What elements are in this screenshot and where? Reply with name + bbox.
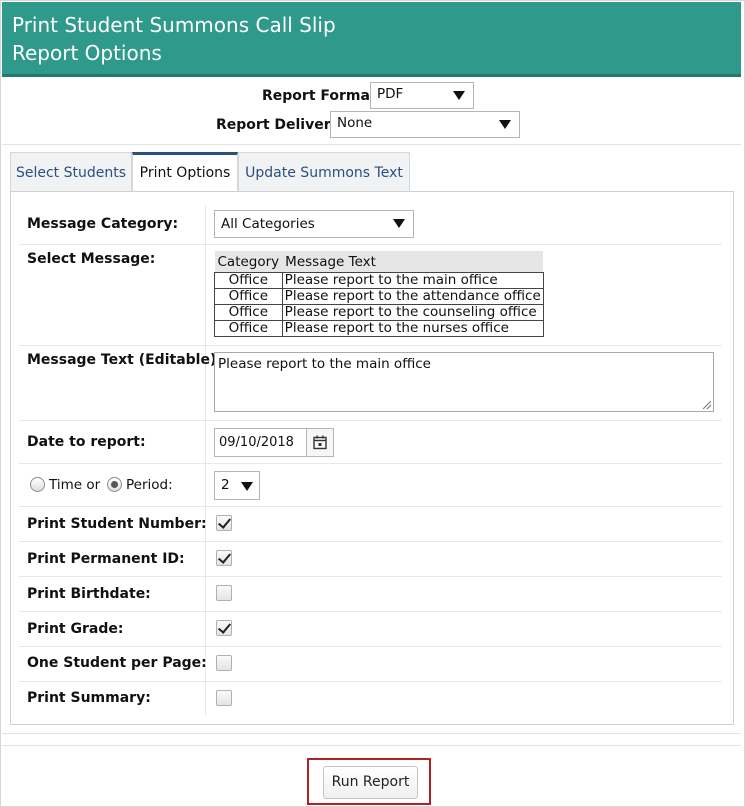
page-title: Print Student Summons Call Slip [12, 13, 336, 37]
period-select[interactable]: 2 [214, 471, 260, 500]
report-format-select[interactable]: PDF [370, 82, 474, 109]
select-message-label: Select Message: [27, 251, 156, 267]
message-category-select[interactable]: All Categories [214, 210, 414, 238]
divider [2, 144, 741, 145]
tab-print-options[interactable]: Print Options [132, 152, 238, 192]
period-value: 2 [221, 477, 230, 493]
divider [2, 733, 741, 734]
period-radio[interactable] [107, 477, 122, 492]
message-text-label: Message Text (Editable): [27, 352, 222, 368]
print-birthdate-checkbox[interactable] [216, 585, 232, 601]
print-permanent-id-checkbox[interactable] [216, 550, 232, 566]
chevron-down-icon [499, 120, 511, 129]
table-cell-message: Please report to the counseling office [281, 304, 544, 321]
report-delivery-value: None [337, 115, 373, 131]
time-radio[interactable] [30, 477, 45, 492]
date-input[interactable]: 09/10/2018 [214, 428, 334, 457]
table-cell-category: Office [214, 320, 283, 337]
table-cell-message: Please report to the main office [281, 272, 544, 289]
one-student-per-page-checkbox[interactable] [216, 655, 232, 671]
chevron-down-icon [393, 219, 405, 228]
print-permanent-id-label: Print Permanent ID: [27, 551, 185, 567]
page-header: Print Student Summons Call Slip Report O… [2, 2, 741, 77]
table-cell-category: Office [214, 304, 283, 321]
print-summary-label: Print Summary: [27, 690, 151, 706]
column-header-category: Category [214, 251, 283, 273]
run-report-button[interactable]: Run Report [323, 766, 418, 799]
chevron-down-icon [453, 91, 465, 100]
table-row[interactable]: Office Please report to the counseling o… [214, 304, 544, 321]
table-row[interactable]: Office Please report to the nurses offic… [214, 320, 544, 337]
message-table: Category Message Text Office Please repo… [214, 251, 544, 337]
message-category-label: Message Category: [27, 216, 179, 232]
row-time-period [19, 464, 722, 507]
column-divider [205, 205, 206, 716]
table-cell-category: Office [214, 272, 283, 289]
report-delivery-select[interactable]: None [330, 111, 520, 138]
one-student-per-page-label: One Student per Page: [27, 655, 207, 671]
time-label: Time or [49, 477, 101, 493]
print-grade-label: Print Grade: [27, 621, 124, 637]
print-birthdate-label: Print Birthdate: [27, 586, 151, 602]
row-print-grade [19, 612, 722, 647]
column-header-message-text: Message Text [282, 251, 544, 273]
table-row[interactable]: Office Please report to the main office [214, 272, 544, 289]
table-cell-category: Office [214, 288, 283, 305]
print-grade-checkbox[interactable] [216, 620, 232, 636]
date-value: 09/10/2018 [219, 435, 294, 450]
date-label: Date to report: [27, 434, 146, 450]
divider [2, 745, 741, 746]
message-text-value: Please report to the main office [218, 356, 431, 372]
table-cell-message: Please report to the nurses office [281, 320, 544, 337]
print-summary-checkbox[interactable] [216, 690, 232, 706]
message-category-value: All Categories [221, 216, 315, 232]
period-label: Period: [126, 477, 173, 493]
chevron-down-icon [241, 482, 253, 491]
resize-handle-icon[interactable] [703, 401, 711, 409]
calendar-icon [313, 435, 327, 450]
report-format-value: PDF [377, 86, 404, 102]
page-subtitle: Report Options [12, 41, 162, 65]
tab-update-summons-text[interactable]: Update Summons Text [238, 152, 410, 192]
report-delivery-label: Report Delivery: [216, 117, 346, 133]
print-student-number-label: Print Student Number: [27, 516, 207, 532]
tab-select-students[interactable]: Select Students [10, 152, 132, 192]
calendar-button[interactable] [306, 429, 333, 456]
print-student-number-checkbox[interactable] [216, 515, 232, 531]
table-row[interactable]: Office Please report to the attendance o… [214, 288, 544, 305]
report-format-label: Report Format: [262, 88, 383, 104]
table-cell-message: Please report to the attendance office [281, 288, 544, 305]
message-text-area[interactable]: Please report to the main office [214, 352, 714, 412]
